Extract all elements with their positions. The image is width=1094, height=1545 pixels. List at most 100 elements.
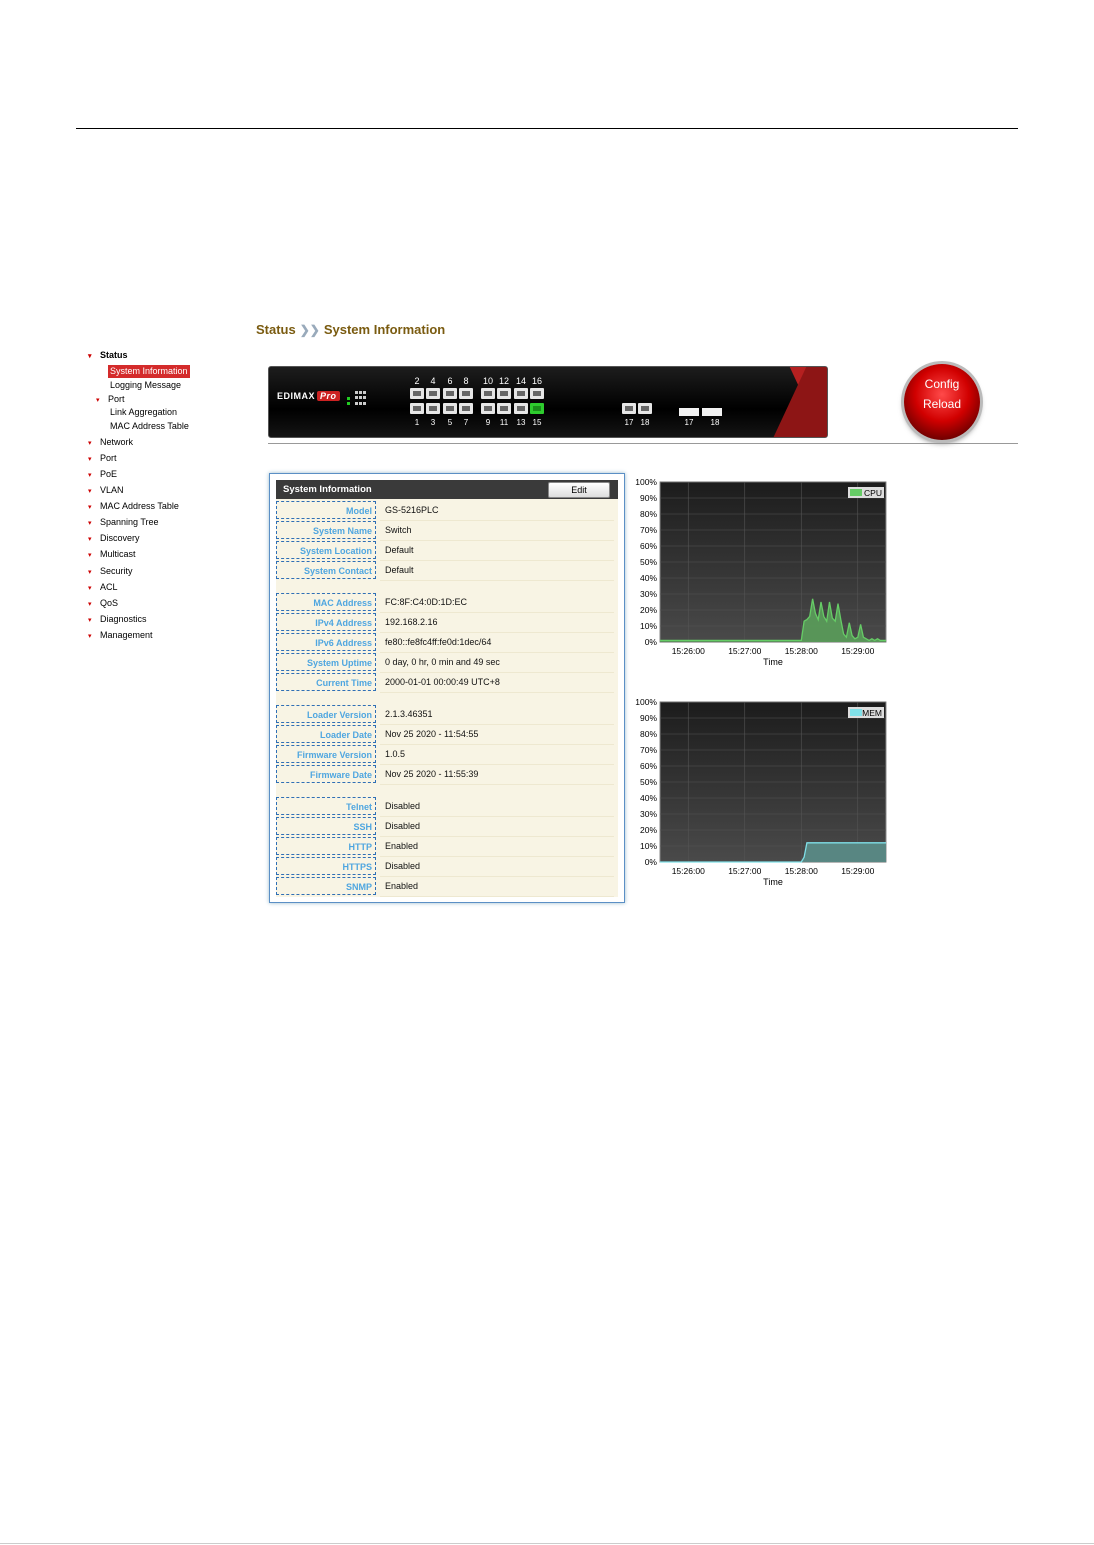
port-label: 14 [515,376,526,386]
port-label: 18 [640,418,650,427]
chevron-down-icon: ▾ [88,585,92,592]
sfp-port-17[interactable] [679,408,699,416]
info-label: HTTP [276,837,376,855]
info-label: Current Time [276,673,376,691]
sidebar-item-system-information[interactable]: System Information [108,365,190,378]
ethernet-port-16[interactable] [530,388,544,399]
info-row: Firmware Date Nov 25 2020 - 11:55:39 [276,765,618,785]
info-value: 192.168.2.16 [385,617,438,627]
sidebar-item-discovery[interactable]: ▾ Discovery [88,531,140,545]
info-row: HTTP Enabled [276,837,618,857]
port-label: 4 [430,376,436,386]
info-row: Firmware Version 1.0.5 [276,745,618,765]
info-label: Loader Date [276,725,376,743]
x-tick-label: 15:28:00 [785,866,818,876]
sidebar-item-multicast[interactable]: ▾ Multicast [88,547,136,561]
sidebar-item-diagnostics[interactable]: ▾ Diagnostics [88,612,147,626]
x-tick-label: 15:29:00 [841,866,874,876]
port-label: 9 [485,418,491,427]
sidebar-item-acl[interactable]: ▾ ACL [88,580,118,594]
ethernet-port-12[interactable] [497,388,511,399]
info-label: IPv4 Address [276,613,376,631]
port-label: 17 [624,418,634,427]
x-axis-label: Time [763,657,783,667]
info-row: Telnet Disabled [276,797,618,817]
sfp-port-18[interactable] [702,408,722,416]
ethernet-port-13[interactable] [514,403,528,414]
y-tick-label: 100% [635,478,657,487]
y-tick-label: 10% [640,841,657,851]
info-row: System Location Default [276,541,618,561]
y-tick-label: 90% [640,713,657,723]
chevron-down-icon: ▾ [88,617,92,624]
port-label: 8 [463,376,469,386]
ethernet-port-10[interactable] [481,388,495,399]
sidebar-item-mac-address-table-status[interactable]: MAC Address Table [110,420,189,433]
ethernet-port-7[interactable] [459,403,473,414]
info-value: Nov 25 2020 - 11:54:55 [385,729,479,739]
info-value: Default [385,565,414,575]
y-tick-label: 60% [640,541,657,551]
x-tick-label: 15:28:00 [785,646,818,656]
sidebar-item-network[interactable]: ▾ Network [88,435,133,449]
chart-svg: 0% 10% 20% 30% 40% 50% 60% 70% 80% 90% 100% 15:26:0… [635,698,887,887]
row-divider [380,784,614,785]
ethernet-port-9[interactable] [481,403,495,414]
ethernet-port-8[interactable] [459,388,473,399]
y-tick-label: 40% [640,573,657,583]
ethernet-port-2[interactable] [410,388,424,399]
sfp-port-label: 17 [684,418,694,427]
ethernet-port-14[interactable] [514,388,528,399]
sidebar-item-security[interactable]: ▾ Security [88,564,133,578]
sfp-port-label: 18 [710,418,720,427]
info-value: Switch [385,525,412,535]
y-tick-label: 70% [640,525,657,535]
sidebar-item-vlan[interactable]: ▾ VLAN [88,483,124,497]
info-value: Disabled [385,861,421,871]
breadcrumb-section[interactable]: Status [256,322,296,337]
x-tick-label: 15:27:00 [728,646,761,656]
sidebar-item-port-group[interactable]: ▾ Port [96,392,125,406]
info-row: Model GS-5216PLC [276,501,618,521]
info-value: FC:8F:C4:0D:1D:EC [385,597,468,607]
info-value: 0 day, 0 hr, 0 min and 49 sec [385,657,500,667]
y-tick-label: 50% [640,557,657,567]
ethernet-port-1[interactable] [410,403,424,414]
row-divider [380,896,614,897]
status-leds [347,391,369,409]
y-tick-label: 40% [640,793,657,803]
x-axis-label: Time [763,877,783,887]
combo-port-17[interactable] [622,403,636,414]
chevron-down-icon: ▾ [88,488,92,495]
memory-usage-chart: 0% 10% 20% 30% 40% 50% 60% 70% 80% 90% 100% 15:26:0… [630,698,890,898]
x-tick-label: 15:29:00 [841,646,874,656]
info-value: 2000-01-01 00:00:49 UTC+8 [385,677,500,687]
y-tick-label: 80% [640,509,657,519]
ethernet-port-5[interactable] [443,403,457,414]
panel-header: System Information Edit [276,480,618,499]
chevron-down-icon: ▾ [88,520,92,527]
port-label: 12 [498,376,509,386]
info-value: fe80::fe8fc4ff:fe0d:1dec/64 [385,637,492,647]
sidebar-item-status[interactable]: ▾ Status [88,348,128,362]
y-tick-label: 0% [645,637,658,647]
ethernet-port-11[interactable] [497,403,511,414]
sidebar-item-spanning-tree[interactable]: ▾ Spanning Tree [88,515,159,529]
chevron-down-icon: ▾ [88,353,92,360]
sidebar-item-qos[interactable]: ▾ QoS [88,596,118,610]
sidebar-item-poe[interactable]: ▾ PoE [88,467,117,481]
ethernet-port-6[interactable] [443,388,457,399]
sidebar-item-link-aggregation[interactable]: Link Aggregation [110,406,177,419]
sidebar-item-management[interactable]: ▾ Management [88,628,153,642]
sidebar-item-mac-address-table[interactable]: ▾ MAC Address Table [88,499,179,513]
ethernet-port-4[interactable] [426,388,440,399]
combo-port-18[interactable] [638,403,652,414]
ethernet-port-15[interactable] [530,403,544,414]
port-label: 2 [414,376,420,386]
info-value: Default [385,545,414,555]
ethernet-port-3[interactable] [426,403,440,414]
edit-button[interactable]: Edit [548,482,610,498]
sidebar-item-port[interactable]: ▾ Port [88,451,117,465]
config-reload-button[interactable]: Config Reload [904,364,980,440]
sidebar-item-logging-message[interactable]: Logging Message [110,379,181,392]
